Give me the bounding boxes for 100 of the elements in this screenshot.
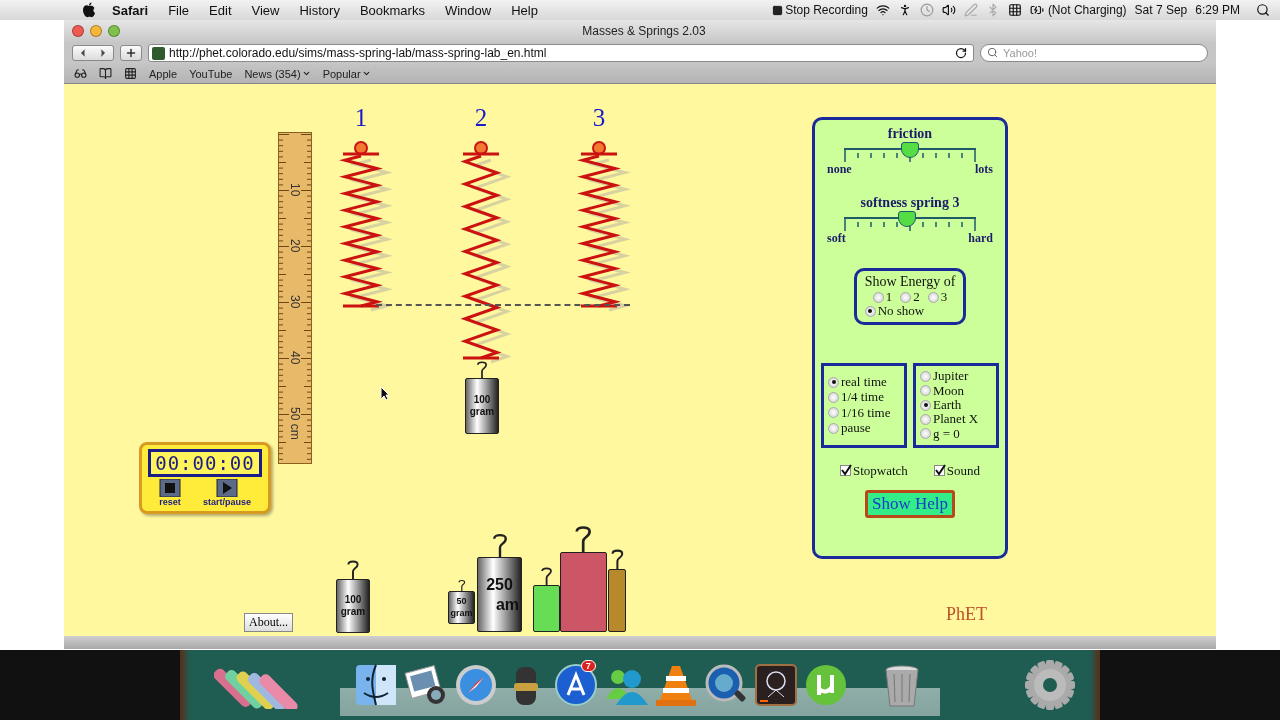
time-label[interactable]: 6:29 PM: [1195, 3, 1240, 17]
slider-track[interactable]: [844, 211, 976, 231]
radio-button[interactable]: [900, 291, 912, 303]
plus-icon: [125, 47, 137, 59]
checkbox[interactable]: [933, 465, 945, 477]
weight[interactable]: [560, 552, 607, 632]
date-label[interactable]: Sat 7 Sep: [1134, 3, 1188, 17]
mu-icon[interactable]: [803, 663, 848, 707]
radio-label: 1/4 time: [841, 390, 884, 405]
radio-label: 1/16 time: [841, 405, 891, 420]
window-title: Masses & Springs 2.03: [581, 24, 707, 38]
checkbox[interactable]: [839, 465, 851, 477]
zoom-button[interactable]: [108, 25, 120, 37]
radio-label: Planet X: [933, 412, 979, 427]
slider-track[interactable]: [844, 142, 976, 162]
compass-icon[interactable]: [454, 663, 499, 707]
face-icon[interactable]: [354, 663, 399, 707]
radio-label: 3: [940, 290, 948, 305]
logo-text[interactable]: PhET: [946, 604, 987, 625]
bookmark-link[interactable]: YouTube: [189, 67, 233, 80]
reset-button[interactable]: reset: [159, 479, 181, 507]
spring-number: 3: [592, 104, 606, 132]
hook-icon: [475, 360, 489, 378]
battery-icon[interactable]: [1029, 3, 1044, 17]
radio-label: No show: [877, 304, 925, 319]
menu-item[interactable]: File: [158, 2, 200, 18]
cursor-icon: [380, 386, 390, 401]
close-button[interactable]: [72, 25, 84, 37]
checkbox-label: Stopwatch: [852, 463, 908, 478]
ruler-mark: 30: [288, 295, 302, 309]
search-icon[interactable]: [1256, 3, 1270, 17]
doodle-icon[interactable]: [753, 663, 798, 707]
radio-button[interactable]: [927, 291, 939, 303]
radio-button[interactable]: [864, 305, 876, 317]
radio-button[interactable]: [920, 413, 931, 425]
grid-icon[interactable]: [124, 67, 137, 80]
window-icon[interactable]: [1007, 3, 1022, 17]
search-field[interactable]: Yahoo!: [980, 44, 1208, 62]
about-button[interactable]: About...: [244, 613, 293, 632]
slider-min-label: none: [827, 162, 852, 177]
menu-item[interactable]: Help: [501, 2, 548, 18]
slider-thumb[interactable]: [901, 142, 919, 158]
ruler-mark: 50 cm: [288, 407, 302, 440]
menu-item[interactable]: Window: [434, 2, 502, 18]
weight-label: 100: [473, 393, 491, 406]
weight-label: 100: [344, 593, 362, 606]
slider-title: friction: [887, 126, 933, 142]
stopwatch[interactable]: 00:00:00 reset start/pause: [139, 442, 271, 514]
radio-button[interactable]: [872, 291, 884, 303]
app-menu[interactable]: Safari: [102, 2, 159, 18]
radio-button[interactable]: [920, 371, 931, 382]
radio-button[interactable]: [828, 391, 839, 403]
help-button[interactable]: Show Help: [865, 489, 955, 518]
search-icon: [987, 47, 998, 58]
start-pause-button[interactable]: start/pause: [203, 479, 251, 507]
stop-icon: [159, 479, 181, 497]
wifi-icon[interactable]: [875, 3, 890, 17]
menu-item[interactable]: History: [289, 2, 350, 18]
radio-button[interactable]: [828, 407, 839, 419]
slider-thumb[interactable]: [898, 211, 917, 227]
stop-icon[interactable]: [772, 4, 784, 16]
weight[interactable]: [608, 569, 626, 632]
radio-button[interactable]: [828, 376, 839, 388]
ruler-mark: 40: [288, 351, 302, 365]
recording-label[interactable]: Stop Recording: [785, 3, 868, 17]
spring-drawing[interactable]: [336, 140, 396, 312]
radio-label: g = 0: [933, 426, 960, 441]
bookmark-link[interactable]: Popular: [322, 67, 371, 80]
book-icon[interactable]: [99, 67, 112, 80]
bookmark-link[interactable]: Apple: [149, 67, 178, 80]
menu-item[interactable]: View: [241, 2, 290, 18]
apple-logo-icon[interactable]: [82, 2, 96, 18]
letter-a-icon[interactable]: [553, 663, 598, 707]
volume-icon[interactable]: [941, 3, 956, 17]
radio-button[interactable]: [920, 385, 931, 397]
radio-label: Moon: [933, 383, 965, 398]
address-field[interactable]: http://phet.colorado.edu/sims/mass-spring-lab/mass-spring-lab_en.html: [148, 44, 974, 62]
hook-icon: [538, 566, 555, 585]
menu-item[interactable]: Edit: [199, 2, 242, 18]
battery-status[interactable]: (Not Charging): [1047, 3, 1127, 17]
menu-item[interactable]: Bookmarks: [349, 2, 435, 18]
hook-icon: [345, 559, 361, 579]
radio-button[interactable]: [920, 428, 931, 440]
spring-drawing[interactable]: [574, 140, 634, 312]
spring-number: 1: [354, 104, 368, 132]
ruler[interactable]: 10 20 30 40 50 cm: [278, 132, 312, 464]
gear-icon[interactable]: [1023, 660, 1078, 710]
radio-button[interactable]: [828, 422, 839, 434]
slider-max-label: hard: [968, 231, 993, 246]
checkbox-label: Sound: [946, 463, 981, 478]
glasses-icon[interactable]: [74, 67, 87, 80]
ruler-mark: 10: [288, 183, 302, 197]
energy-title: Show Energy of: [864, 274, 956, 290]
add-button[interactable]: [120, 45, 142, 61]
reload-icon[interactable]: [955, 47, 967, 59]
bookmark-link[interactable]: News (354): [244, 67, 311, 80]
play-icon: [216, 479, 238, 497]
radio-button[interactable]: [920, 399, 931, 411]
stopwatch-display: 00:00:00: [148, 449, 262, 477]
weight[interactable]: [533, 585, 560, 632]
